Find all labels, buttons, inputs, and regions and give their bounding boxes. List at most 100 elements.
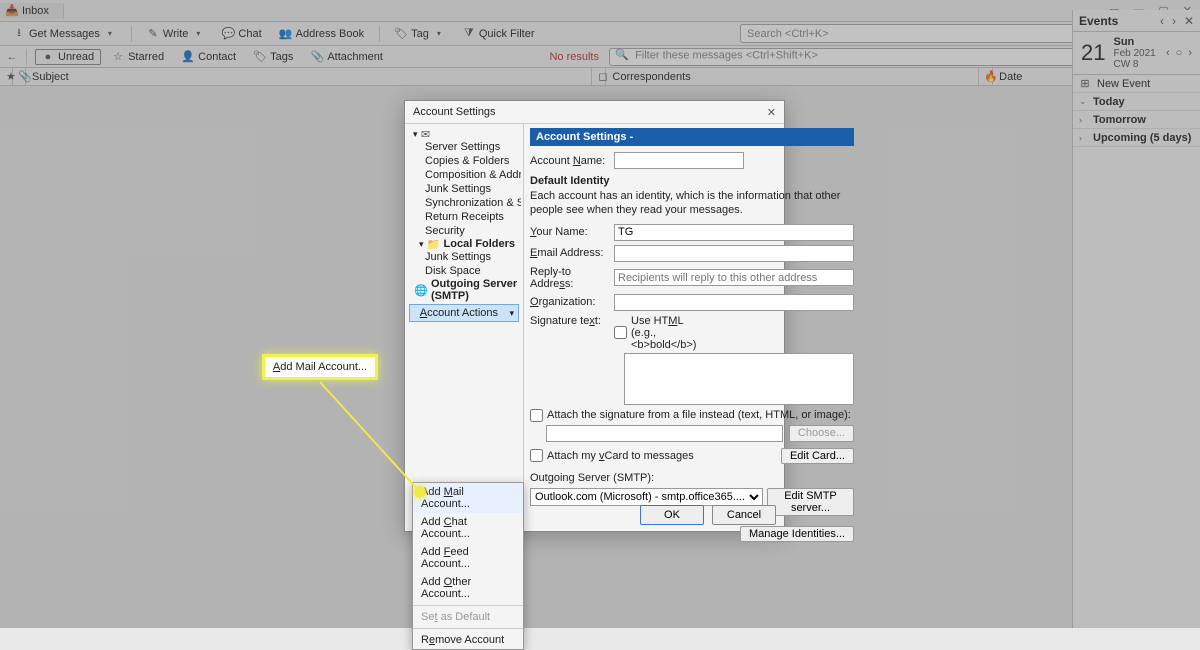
signature-textarea[interactable] <box>624 353 854 405</box>
day-sub: Feb 2021 CW 8 <box>1113 48 1158 70</box>
tree-security[interactable]: Security <box>407 224 521 238</box>
filter-tags[interactable]: 🏷 Tags <box>247 48 300 66</box>
write-button[interactable]: ✎ Write ▾ <box>140 25 211 43</box>
settings-header: Account Settings - <box>530 128 854 146</box>
account-actions-menu: Add Mail Account... Add Chat Account... … <box>412 482 524 650</box>
chevron-down-icon: ▾ <box>509 308 514 319</box>
col-subject[interactable]: Subject <box>32 71 69 83</box>
tree-junk[interactable]: Junk Settings <box>407 182 521 196</box>
chat-icon: 💬 <box>222 28 234 40</box>
get-messages-button[interactable]: ⭳ Get Messages ▾ <box>6 25 123 43</box>
quick-filter-button[interactable]: ⧩ Quick Filter <box>456 25 542 43</box>
email-label: Email Address: <box>530 247 608 259</box>
mail-icon: ✉ <box>420 128 432 140</box>
chat-button[interactable]: 💬 Chat <box>215 25 268 43</box>
tree-composition[interactable]: Composition & Addressing <box>407 168 521 182</box>
use-html-check[interactable]: Use HTML (e.g., <b>bold</b>) <box>614 315 692 351</box>
dialog-close-icon[interactable]: ✕ <box>767 106 776 119</box>
menu-remove[interactable]: Remove Account <box>413 631 523 649</box>
tomorrow-row[interactable]: › Tomorrow <box>1073 111 1200 129</box>
address-book-button[interactable]: 👥 Address Book <box>273 25 371 43</box>
tag-button[interactable]: 🏷 Tag ▾ <box>388 25 452 43</box>
events-title: Events <box>1079 14 1118 28</box>
tree-local-folders[interactable]: ▾📁Local Folders <box>407 238 521 250</box>
day-number: 21 <box>1081 40 1105 66</box>
account-settings-dialog: Account Settings ✕ ▾✉ Server Settings Co… <box>404 100 785 532</box>
no-results-label: No results <box>549 51 599 63</box>
today-row[interactable]: ⌄ Today <box>1073 93 1200 111</box>
menu-add-feed[interactable]: Add Feed Account... <box>413 543 523 573</box>
identity-desc: Each account has an identity, which is t… <box>530 189 854 218</box>
choose-button[interactable]: Choose... <box>789 425 854 442</box>
chevron-down-icon: ⌄ <box>1079 96 1087 107</box>
search-icon: 🔍 <box>616 49 628 61</box>
chevron-down-icon: ▾ <box>433 28 445 40</box>
col-correspondents[interactable]: Correspondents <box>612 71 690 83</box>
default-identity-heading: Default Identity <box>530 175 854 187</box>
your-name-input[interactable] <box>614 224 854 241</box>
chevron-down-icon: ▾ <box>192 28 204 40</box>
tag-icon: 🏷 <box>254 51 266 63</box>
callout-add-mail: Add Mail Account... <box>262 354 378 380</box>
contact-icon: 👤 <box>182 51 194 63</box>
close-panel-icon[interactable]: ✕ <box>1184 14 1194 28</box>
your-name-label: Your Name: <box>530 226 608 238</box>
manage-identities-button[interactable]: Manage Identities... <box>740 526 854 542</box>
star-icon: ☆ <box>112 51 124 63</box>
prev-day-icon[interactable]: ‹ <box>1166 47 1170 59</box>
prev-icon[interactable]: ‹ <box>1160 14 1164 28</box>
account-tree: ▾✉ Server Settings Copies & Folders Comp… <box>405 124 524 499</box>
back-icon[interactable]: ← <box>6 51 18 63</box>
tree-copies-folders[interactable]: Copies & Folders <box>407 154 521 168</box>
email-input[interactable] <box>614 245 854 262</box>
tree-smtp[interactable]: 🌐Outgoing Server (SMTP) <box>407 278 521 302</box>
dot-icon: ● <box>42 51 54 63</box>
highlight-dot <box>414 486 426 498</box>
upcoming-row[interactable]: › Upcoming (5 days) <box>1073 129 1200 147</box>
addressbook-icon: 👥 <box>280 28 292 40</box>
paperclip-icon: 📎 <box>311 51 323 63</box>
next-icon[interactable]: › <box>1172 14 1176 28</box>
replyto-input[interactable] <box>614 269 854 286</box>
vcard-check[interactable]: Attach my vCard to messages <box>530 449 694 462</box>
account-actions-button[interactable]: Account Actions ▾ <box>409 304 519 322</box>
funnel-icon: ⧩ <box>463 28 475 40</box>
org-input[interactable] <box>614 294 854 311</box>
edit-card-button[interactable]: Edit Card... <box>781 448 854 464</box>
tree-server-settings[interactable]: Server Settings <box>407 140 521 154</box>
tree-account-root[interactable]: ▾✉ <box>407 128 521 140</box>
filter-unread[interactable]: ● Unread <box>35 49 101 65</box>
menu-set-default: Set as Default <box>413 608 523 626</box>
replyto-label: Reply-to Address: <box>530 266 608 290</box>
tree-sync[interactable]: Synchronization & Storage <box>407 196 521 210</box>
cancel-button[interactable]: Cancel <box>712 505 776 525</box>
today-icon[interactable]: ○ <box>1176 47 1183 59</box>
sig-file-input[interactable] <box>546 425 783 442</box>
tab-label: Inbox <box>22 5 49 17</box>
menu-add-mail[interactable]: Add Mail Account... <box>413 483 523 513</box>
tab-inbox[interactable]: 📥 Inbox <box>0 3 64 19</box>
ok-button[interactable]: OK <box>640 505 704 525</box>
col-date[interactable]: Date <box>999 71 1022 83</box>
next-day-icon[interactable]: › <box>1188 47 1192 59</box>
chevron-right-icon: › <box>1079 133 1087 143</box>
attach-sig-check[interactable]: Attach the signature from a file instead… <box>530 409 854 422</box>
smtp-select[interactable]: Outlook.com (Microsoft) - smtp.office365… <box>530 488 763 506</box>
filter-starred[interactable]: ☆ Starred <box>105 48 171 66</box>
account-name-label: Account Name: <box>530 155 608 167</box>
chevron-down-icon: ▾ <box>104 28 116 40</box>
menu-add-other[interactable]: Add Other Account... <box>413 573 523 603</box>
tree-junk2[interactable]: Junk Settings <box>407 250 521 264</box>
inbox-icon: 📥 <box>6 5 18 17</box>
edit-smtp-button[interactable]: Edit SMTP server... <box>767 488 854 516</box>
filter-attachment[interactable]: 📎 Attachment <box>304 48 390 66</box>
calendar-plus-icon: ⊞ <box>1079 78 1091 90</box>
download-icon: ⭳ <box>13 28 25 40</box>
tree-disk[interactable]: Disk Space <box>407 264 521 278</box>
filter-contact[interactable]: 👤 Contact <box>175 48 243 66</box>
org-label: Organization: <box>530 296 608 308</box>
menu-add-chat[interactable]: Add Chat Account... <box>413 513 523 543</box>
new-event-row[interactable]: ⊞ New Event <box>1073 75 1200 93</box>
account-name-input[interactable] <box>614 152 744 169</box>
tree-return[interactable]: Return Receipts <box>407 210 521 224</box>
